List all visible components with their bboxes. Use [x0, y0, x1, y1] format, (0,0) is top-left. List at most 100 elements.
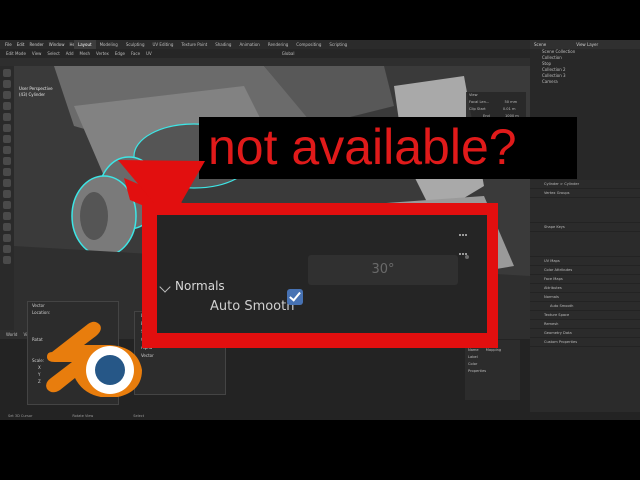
callout-question: not available? — [208, 119, 517, 175]
smooth-tool-icon[interactable] — [3, 234, 11, 242]
loopcut-tool-icon[interactable] — [3, 190, 11, 198]
viewport-header: Edit Mode View Select Add Mesh Vertex Ed… — [0, 49, 530, 58]
menu-vertex[interactable]: Vertex — [96, 51, 109, 56]
inset-tool-icon[interactable] — [3, 168, 11, 176]
shape-keys-list[interactable] — [530, 232, 640, 257]
extrude-tool-icon[interactable] — [3, 157, 11, 165]
tab-sculpting[interactable]: Sculpting — [122, 40, 149, 49]
node-label-row[interactable]: Label — [465, 354, 520, 361]
node-name-value: Mapping — [485, 348, 502, 352]
transform-orientation[interactable]: Global — [282, 51, 295, 56]
menu-edit[interactable]: Edit — [17, 42, 25, 47]
properties-object-name[interactable]: Cylinder > Cylinder — [530, 180, 640, 189]
node-color-label: Color — [468, 362, 478, 366]
status-select-hint: Select — [133, 414, 145, 418]
object-name: Cylinder — [544, 182, 559, 186]
transform-tool-icon[interactable] — [3, 124, 11, 132]
view-panel-title[interactable]: View — [466, 92, 526, 99]
spin-tool-icon[interactable] — [3, 223, 11, 231]
section-vertex-groups[interactable]: Vertex Groups — [530, 189, 640, 198]
viewport-overlay-text: User Perspective (43) Cylinder — [19, 86, 53, 98]
tab-uv-editing[interactable]: UV Editing — [149, 40, 178, 49]
node-name-label: Name — [468, 348, 479, 352]
menu-window[interactable]: Window — [49, 42, 65, 47]
rip-tool-icon[interactable] — [3, 256, 11, 264]
status-rotate-hint: Rotate View — [72, 414, 94, 418]
status-cursor-hint: Set 3D Cursor — [8, 414, 33, 418]
menu-edge[interactable]: Edge — [115, 51, 125, 56]
auto-smooth-angle-value: 30° — [371, 262, 395, 277]
tab-shading[interactable]: Shading — [211, 40, 235, 49]
section-normals[interactable]: Normals — [530, 293, 640, 302]
menu-uv[interactable]: UV — [146, 51, 152, 56]
menu-face[interactable]: Face — [131, 51, 140, 56]
data-name: Cylinder — [564, 182, 580, 186]
mode-select[interactable]: Edit Mode — [6, 51, 26, 56]
clip-start-row[interactable]: Clip Start 0.01 m — [466, 106, 526, 113]
tab-texture-paint[interactable]: Texture Paint — [177, 40, 211, 49]
auto-smooth-row[interactable]: Auto Smooth — [530, 302, 640, 311]
auto-smooth-label: Auto Smooth — [210, 299, 295, 314]
clip-start-value: 0.01 m — [502, 107, 516, 111]
bevel-tool-icon[interactable] — [3, 179, 11, 187]
auto-smooth-checkbox[interactable] — [287, 289, 303, 305]
tab-animation[interactable]: Animation — [235, 40, 263, 49]
section-face-maps[interactable]: Face Maps — [530, 275, 640, 284]
focal-length-row[interactable]: Focal Len... 50 mm — [466, 99, 526, 106]
measure-tool-icon[interactable] — [3, 146, 11, 154]
workspace-tabs: Layout Modeling Sculpting UV Editing Tex… — [74, 40, 351, 49]
scene-name: Scene — [534, 42, 547, 47]
menu-view[interactable]: View — [32, 51, 42, 56]
annotate-tool-icon[interactable] — [3, 135, 11, 143]
section-remesh[interactable]: Remesh — [530, 320, 640, 329]
scale-tool-icon[interactable] — [3, 113, 11, 121]
vertex-groups-list[interactable] — [530, 198, 640, 223]
section-custom-properties[interactable]: Custom Properties — [530, 338, 640, 347]
properties-editor: Cylinder > Cylinder Vertex Groups Shape … — [530, 180, 640, 420]
outliner-item[interactable]: Camera — [530, 79, 640, 85]
node-label-label: Label — [468, 355, 478, 359]
active-object-label: (43) Cylinder — [19, 92, 46, 97]
blender-logo-icon — [46, 321, 142, 397]
normals-section-title[interactable]: Normals — [175, 279, 225, 293]
node-sidebar: Node Name Mapping Label Color Properties — [465, 340, 520, 400]
keyframe-dot-icon[interactable] — [465, 255, 469, 259]
drag-handle-icon[interactable] — [459, 222, 471, 255]
cursor-tool-icon[interactable] — [3, 80, 11, 88]
node-properties-label: Properties — [468, 369, 487, 373]
tab-layout[interactable]: Layout — [74, 40, 96, 49]
tab-modeling[interactable]: Modeling — [96, 40, 122, 49]
mapping-node-title: Vector — [32, 303, 45, 308]
node-color-row[interactable]: Color — [465, 361, 520, 368]
knife-tool-icon[interactable] — [3, 201, 11, 209]
focal-length-value: 50 mm — [504, 100, 518, 104]
menu-select[interactable]: Select — [47, 51, 59, 56]
tab-rendering[interactable]: Rendering — [264, 40, 292, 49]
focal-length-label: Focal Len... — [469, 100, 490, 104]
toolbar — [0, 66, 14, 330]
node-name-row[interactable]: Name Mapping — [465, 347, 520, 354]
section-attributes[interactable]: Attributes — [530, 284, 640, 293]
menu-add[interactable]: Add — [66, 51, 74, 56]
world-selector[interactable]: World — [6, 332, 17, 337]
polybuild-tool-icon[interactable] — [3, 212, 11, 220]
clip-start-label: Clip Start — [469, 107, 486, 111]
node-properties-row[interactable]: Properties — [465, 368, 520, 375]
section-texture-space[interactable]: Texture Space — [530, 311, 640, 320]
menu-mesh[interactable]: Mesh — [80, 51, 91, 56]
section-color-attributes[interactable]: Color Attributes — [530, 266, 640, 275]
menu-render[interactable]: Render — [29, 42, 43, 47]
status-bar: Set 3D Cursor Rotate View Select — [0, 412, 640, 420]
shear-tool-icon[interactable] — [3, 245, 11, 253]
section-shape-keys[interactable]: Shape Keys — [530, 223, 640, 232]
tab-compositing[interactable]: Compositing — [292, 40, 325, 49]
move-tool-icon[interactable] — [3, 91, 11, 99]
section-geometry-data[interactable]: Geometry Data — [530, 329, 640, 338]
section-uv-maps[interactable]: UV Maps — [530, 257, 640, 266]
menu-file[interactable]: File — [5, 42, 12, 47]
select-tool-icon[interactable] — [3, 69, 11, 77]
tab-scripting[interactable]: Scripting — [325, 40, 351, 49]
rotate-tool-icon[interactable] — [3, 102, 11, 110]
scene-selector[interactable]: Scene View Layer — [530, 40, 640, 49]
view-layer-name: View Layer — [576, 42, 599, 47]
